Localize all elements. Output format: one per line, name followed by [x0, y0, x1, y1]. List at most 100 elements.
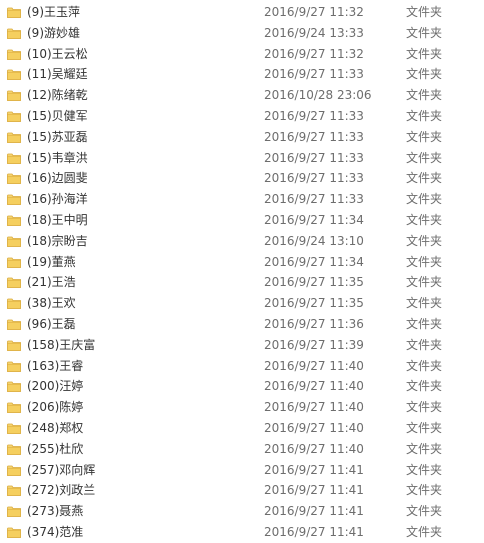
file-type: 文件夹	[406, 358, 443, 373]
modified-date: 2016/9/27 11:33	[264, 129, 364, 144]
folder-icon	[7, 235, 21, 247]
file-name: (255)杜欣	[27, 441, 84, 456]
folder-icon	[7, 526, 21, 538]
modified-date: 2016/10/28 23:06	[264, 88, 372, 103]
file-name: (16)边圆斐	[27, 171, 88, 186]
list-item[interactable]: (18)王中明 2016/9/27 11:34 文件夹	[0, 210, 484, 231]
modified-date: 2016/9/27 11:41	[264, 462, 364, 477]
file-name: (15)苏亚磊	[27, 129, 88, 144]
list-item[interactable]: (21)王浩 2016/9/27 11:35 文件夹	[0, 272, 484, 293]
folder-icon	[7, 360, 21, 372]
list-item[interactable]: (38)王欢 2016/9/27 11:35 文件夹	[0, 293, 484, 314]
folder-icon	[7, 505, 21, 518]
file-name: (257)邓向辉	[27, 462, 96, 477]
file-type: 文件夹	[406, 5, 443, 19]
modified-date: 2016/9/27 11:32	[264, 46, 364, 61]
file-name: (38)王欢	[27, 296, 76, 311]
file-type: 文件夹	[406, 25, 443, 40]
file-type: 文件夹	[406, 212, 443, 227]
file-type: 文件夹	[406, 462, 443, 477]
folder-icon	[7, 256, 21, 268]
modified-date: 2016/9/27 11:32	[264, 5, 364, 19]
file-name: (248)郑权	[27, 420, 84, 435]
file-name: (19)董燕	[27, 254, 76, 269]
list-item[interactable]: (248)郑权 2016/9/27 11:40 文件夹	[0, 418, 484, 439]
file-type: 文件夹	[406, 504, 443, 519]
list-item[interactable]: (10)王云松 2016/9/27 11:32 文件夹	[0, 44, 484, 65]
folder-icon	[7, 276, 21, 289]
folder-icon	[7, 380, 21, 393]
modified-date: 2016/9/27 11:33	[264, 192, 364, 207]
modified-date: 2016/9/27 11:33	[264, 67, 364, 82]
list-item[interactable]: (255)杜欣 2016/9/27 11:40 文件夹	[0, 439, 484, 460]
file-name: (21)王浩	[27, 275, 76, 290]
modified-date: 2016/9/27 11:40	[264, 400, 364, 415]
modified-date: 2016/9/27 11:35	[264, 275, 364, 290]
folder-icon	[7, 89, 21, 102]
modified-date: 2016/9/27 11:36	[264, 316, 364, 331]
list-item[interactable]: (158)王庆富 2016/9/27 11:39 文件夹	[0, 335, 484, 356]
file-name: (18)宗盼吉	[27, 233, 88, 248]
folder-icon	[7, 318, 21, 330]
file-name: (15)贝健军	[27, 108, 88, 123]
list-item[interactable]: (15)贝健军 2016/9/27 11:33 文件夹	[0, 106, 484, 127]
list-item[interactable]: (273)聂燕 2016/9/27 11:41 文件夹	[0, 501, 484, 522]
modified-date: 2016/9/27 11:40	[264, 441, 364, 456]
list-item[interactable]: (9)王玉萍 2016/9/27 11:32 文件夹	[0, 2, 484, 23]
file-type: 文件夹	[406, 483, 443, 498]
list-item[interactable]: (206)陈婷 2016/9/27 11:40 文件夹	[0, 397, 484, 418]
file-type: 文件夹	[406, 254, 443, 269]
list-item[interactable]: (15)苏亚磊 2016/9/27 11:33 文件夹	[0, 127, 484, 148]
modified-date: 2016/9/27 11:40	[264, 379, 364, 394]
file-type: 文件夹	[406, 108, 443, 123]
modified-date: 2016/9/27 11:41	[264, 504, 364, 519]
list-item[interactable]: (18)宗盼吉 2016/9/24 13:10 文件夹	[0, 231, 484, 252]
modified-date: 2016/9/27 11:33	[264, 108, 364, 123]
list-item[interactable]: (257)邓向辉 2016/9/27 11:41 文件夹	[0, 460, 484, 481]
file-type: 文件夹	[406, 337, 443, 352]
list-item[interactable]: (9)游妙雄 2016/9/24 13:33 文件夹	[0, 23, 484, 44]
file-name: (200)汪婷	[27, 379, 84, 394]
folder-icon	[7, 297, 21, 310]
list-item[interactable]: (200)汪婷 2016/9/27 11:40 文件夹	[0, 376, 484, 397]
modified-date: 2016/9/27 11:34	[264, 254, 364, 269]
folder-icon	[7, 464, 21, 476]
file-name: (16)孙海洋	[27, 192, 88, 207]
file-name: (206)陈婷	[27, 400, 84, 415]
list-item[interactable]: (12)陈绪乾 2016/10/28 23:06 文件夹	[0, 85, 484, 106]
file-name: (10)王云松	[27, 46, 88, 61]
folder-icon	[7, 172, 21, 185]
folder-icon	[7, 110, 21, 122]
folder-icon	[7, 152, 21, 164]
list-item[interactable]: (11)吴耀廷 2016/9/27 11:33 文件夹	[0, 64, 484, 85]
folder-icon	[7, 48, 21, 60]
file-type: 文件夹	[406, 46, 443, 61]
modified-date: 2016/9/27 11:40	[264, 420, 364, 435]
list-item[interactable]: (15)韦章洪 2016/9/27 11:33 文件夹	[0, 148, 484, 169]
folder-icon	[7, 401, 21, 414]
folder-icon	[7, 214, 21, 226]
file-type: 文件夹	[406, 316, 443, 331]
modified-date: 2016/9/27 11:33	[264, 171, 364, 186]
modified-date: 2016/9/27 11:39	[264, 337, 364, 352]
file-name: (158)王庆富	[27, 337, 96, 352]
file-name: (96)王磊	[27, 316, 76, 331]
file-type: 文件夹	[406, 171, 443, 186]
modified-date: 2016/9/27 11:33	[264, 150, 364, 165]
list-item[interactable]: (163)王睿 2016/9/27 11:40 文件夹	[0, 356, 484, 377]
folder-icon	[7, 484, 21, 497]
list-item[interactable]: (19)董燕 2016/9/27 11:34 文件夹	[0, 252, 484, 273]
file-type: 文件夹	[406, 150, 443, 165]
file-type: 文件夹	[406, 275, 443, 290]
folder-icon	[7, 339, 21, 351]
list-item[interactable]: (16)边圆斐 2016/9/27 11:33 文件夹	[0, 168, 484, 189]
folder-icon	[7, 422, 21, 434]
list-item[interactable]: (16)孙海洋 2016/9/27 11:33 文件夹	[0, 189, 484, 210]
file-name: (272)刘政兰	[27, 483, 96, 498]
file-type: 文件夹	[406, 379, 443, 394]
list-item[interactable]: (272)刘政兰 2016/9/27 11:41 文件夹	[0, 480, 484, 501]
folder-icon	[7, 6, 21, 18]
modified-date: 2016/9/27 11:35	[264, 296, 364, 311]
list-item[interactable]: (96)王磊 2016/9/27 11:36 文件夹	[0, 314, 484, 335]
file-type: 文件夹	[406, 420, 443, 435]
